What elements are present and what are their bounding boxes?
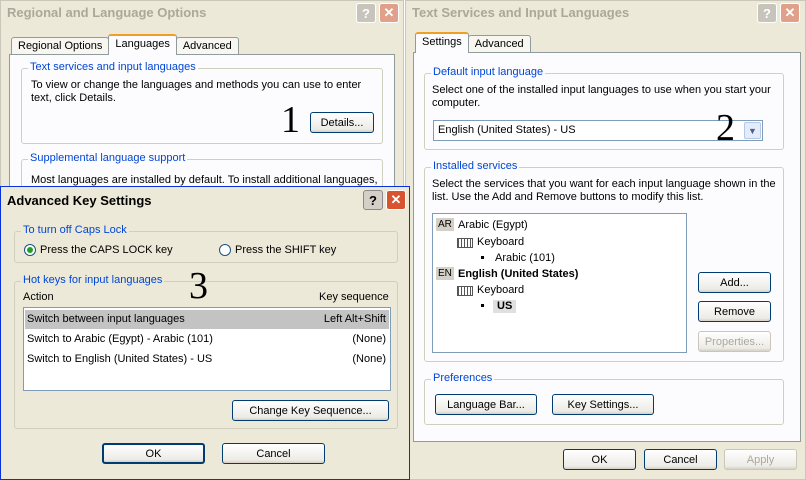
tab-advanced[interactable]: Advanced bbox=[175, 37, 239, 55]
language-code-badge: AR bbox=[436, 218, 454, 231]
help-icon: ? bbox=[369, 192, 377, 208]
remove-button[interactable]: Remove bbox=[698, 301, 771, 322]
text-services-window: Text Services and Input Languages ? ✕ Se… bbox=[405, 0, 806, 480]
cancel-button[interactable]: Cancel bbox=[222, 443, 325, 464]
tree-item-language[interactable]: Arabic (Egypt) bbox=[458, 219, 528, 232]
help-icon: ? bbox=[763, 5, 771, 21]
installed-services-group-title: Installed services bbox=[431, 160, 520, 172]
title-bar[interactable]: Text Services and Input Languages ? ✕ bbox=[406, 1, 805, 25]
advanced-key-settings-window: Advanced Key Settings ? ✕ To turn off Ca… bbox=[0, 186, 410, 480]
selected-language: English (United States) - US bbox=[438, 124, 576, 136]
details-button[interactable]: Details... bbox=[310, 112, 374, 133]
cancel-button[interactable]: Cancel bbox=[644, 449, 717, 470]
bullet-icon bbox=[481, 256, 484, 259]
installed-services-tree[interactable]: AR Arabic (Egypt) Keyboard Arabic (101) … bbox=[432, 213, 687, 353]
caps-lock-radio[interactable] bbox=[24, 244, 36, 256]
close-icon: ✕ bbox=[383, 5, 395, 20]
close-button[interactable]: ✕ bbox=[386, 190, 406, 210]
close-button[interactable]: ✕ bbox=[379, 3, 399, 23]
help-button[interactable]: ? bbox=[757, 3, 777, 23]
default-input-language-select[interactable]: English (United States) - US ▼ bbox=[433, 120, 763, 141]
keyboard-icon bbox=[457, 286, 473, 296]
add-button[interactable]: Add... bbox=[698, 272, 771, 293]
annotation-2: 2 bbox=[716, 107, 735, 149]
ok-button[interactable]: OK bbox=[563, 449, 636, 470]
close-icon: ✕ bbox=[390, 192, 402, 207]
annotation-1: 1 bbox=[281, 99, 300, 141]
apply-button: Apply bbox=[724, 449, 797, 470]
caps-lock-group: To turn off Caps Lock Press the CAPS LOC… bbox=[14, 224, 398, 263]
language-code-badge: EN bbox=[436, 267, 454, 280]
tree-item-layout[interactable]: US bbox=[493, 300, 517, 313]
bullet-icon bbox=[481, 304, 484, 307]
window-title: Advanced Key Settings bbox=[7, 193, 152, 208]
tab-languages[interactable]: Languages bbox=[108, 34, 177, 55]
hotkey-sequence: (None) bbox=[352, 353, 386, 365]
text-services-description: To view or change the languages and meth… bbox=[31, 79, 362, 104]
text-services-group: Text services and input languages To vie… bbox=[21, 61, 383, 144]
key-settings-button[interactable]: Key Settings... bbox=[552, 394, 654, 415]
settings-tab-panel: Default input language Select one of the… bbox=[413, 52, 801, 442]
preferences-group-title: Preferences bbox=[431, 372, 495, 384]
close-icon: ✕ bbox=[784, 5, 796, 20]
table-row[interactable]: Switch to Arabic (Egypt) - Arabic (101) … bbox=[25, 330, 389, 349]
tab-regional-options[interactable]: Regional Options bbox=[11, 37, 110, 55]
hotkey-sequence: (None) bbox=[352, 333, 386, 345]
hotkeys-list[interactable]: Switch between input languages Left Alt+… bbox=[23, 307, 391, 391]
chevron-down-icon[interactable]: ▼ bbox=[744, 122, 761, 139]
tree-item-layout[interactable]: Arabic (101) bbox=[495, 252, 555, 265]
caps-lock-option-label[interactable]: Press the CAPS LOCK key bbox=[40, 244, 173, 257]
help-button[interactable]: ? bbox=[363, 190, 383, 210]
keyboard-icon bbox=[457, 238, 473, 248]
tab-advanced[interactable]: Advanced bbox=[467, 35, 531, 53]
close-button[interactable]: ✕ bbox=[780, 3, 800, 23]
tab-settings[interactable]: Settings bbox=[415, 32, 469, 53]
tree-item-language[interactable]: English (United States) bbox=[458, 268, 578, 281]
ok-button[interactable]: OK bbox=[102, 443, 205, 464]
shift-option-label[interactable]: Press the SHIFT key bbox=[235, 244, 336, 257]
hotkey-action: Switch to English (United States) - US bbox=[27, 353, 213, 365]
hotkey-action: Switch to Arabic (Egypt) - Arabic (101) bbox=[27, 333, 213, 345]
preferences-group: Preferences Language Bar... Key Settings… bbox=[424, 372, 784, 425]
column-header-action: Action bbox=[23, 291, 54, 303]
column-header-key-sequence: Key sequence bbox=[319, 291, 389, 303]
hotkey-action: Switch between input languages bbox=[27, 313, 185, 325]
window-title: Regional and Language Options bbox=[7, 5, 207, 20]
table-row[interactable]: Switch between input languages Left Alt+… bbox=[25, 310, 389, 329]
window-title: Text Services and Input Languages bbox=[412, 5, 630, 20]
properties-button: Properties... bbox=[698, 331, 771, 352]
caps-lock-group-title: To turn off Caps Lock bbox=[21, 224, 129, 236]
installed-services-description: Select the services that you want for ea… bbox=[432, 178, 776, 203]
hotkeys-group-title: Hot keys for input languages bbox=[21, 274, 165, 286]
installed-services-group: Installed services Select the services t… bbox=[424, 160, 784, 362]
hotkey-sequence: Left Alt+Shift bbox=[323, 313, 386, 325]
tree-item-category[interactable]: Keyboard bbox=[477, 236, 524, 249]
help-button[interactable]: ? bbox=[356, 3, 376, 23]
language-bar-button[interactable]: Language Bar... bbox=[435, 394, 537, 415]
default-input-group-title: Default input language bbox=[431, 66, 546, 78]
help-icon: ? bbox=[362, 5, 370, 21]
table-row[interactable]: Switch to English (United States) - US (… bbox=[25, 350, 389, 369]
tree-item-category[interactable]: Keyboard bbox=[477, 284, 524, 297]
supplemental-group-title: Supplemental language support bbox=[28, 152, 188, 164]
title-bar[interactable]: Advanced Key Settings ? ✕ bbox=[1, 187, 409, 213]
change-key-sequence-button[interactable]: Change Key Sequence... bbox=[232, 400, 389, 421]
shift-radio[interactable] bbox=[219, 244, 231, 256]
title-bar[interactable]: Regional and Language Options ? ✕ bbox=[1, 1, 403, 25]
annotation-3: 3 bbox=[189, 265, 208, 307]
text-services-group-title: Text services and input languages bbox=[28, 61, 198, 73]
